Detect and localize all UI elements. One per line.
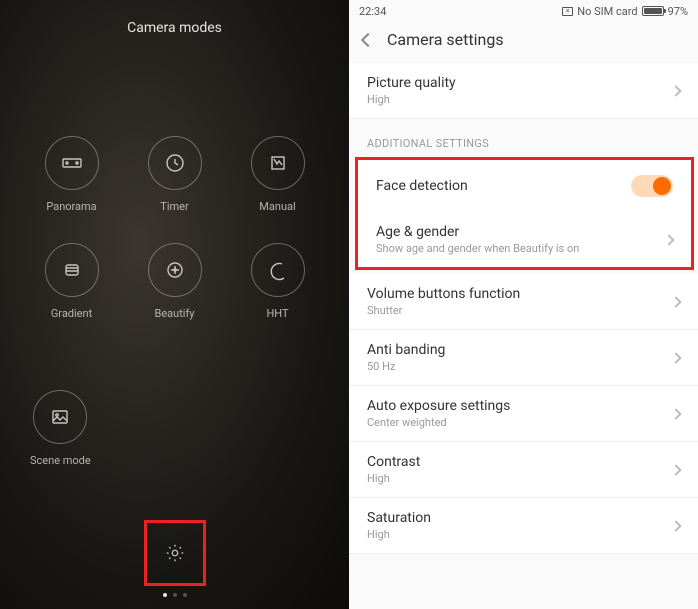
settings-list: Picture quality High ADDITIONAL SETTINGS… [349,63,698,609]
beautify-icon [163,258,187,282]
mode-gradient[interactable]: Gradient [30,243,113,320]
row-face-detection[interactable]: Face detection [358,160,691,212]
group-additional: ADDITIONAL SETTINGS [349,119,698,158]
mode-label: Manual [259,200,295,213]
page-dot [183,593,187,597]
camera-settings-panel: 22:34 × No SIM card 97% Camera settings … [349,0,698,609]
chevron-right-icon [670,520,681,531]
gradient-icon [60,258,84,282]
chevron-right-icon [670,408,681,419]
row-sub: High [367,472,420,485]
row-title: Saturation [367,510,431,526]
chevron-right-icon [670,464,681,475]
status-sim: No SIM card [577,5,637,18]
row-title: Contrast [367,454,420,470]
face-detection-toggle[interactable] [631,175,673,197]
row-sub: 50 Hz [367,360,445,373]
mode-label: HHT [266,307,288,320]
row-age-gender[interactable]: Age & gender Show age and gender when Be… [358,212,691,267]
mode-timer[interactable]: Timer [133,136,216,213]
mode-scene[interactable]: Scene mode [30,390,91,467]
mode-grid: Panorama Timer Manual Gradient Beautify … [0,46,349,320]
hht-icon [266,258,290,282]
page-title: Camera settings [387,30,504,49]
mode-hht[interactable]: HHT [236,243,319,320]
scene-icon [48,405,72,429]
status-battery: 97% [668,5,688,18]
mode-label: Timer [160,200,188,213]
timer-icon [163,151,187,175]
panorama-icon [60,151,84,175]
settings-header: Camera settings [349,20,698,63]
row-title: Auto exposure settings [367,398,510,414]
gear-icon [164,542,186,564]
chevron-right-icon [663,234,674,245]
mode-label: Panorama [46,200,96,213]
mode-label: Beautify [154,307,194,320]
mode-beautify[interactable]: Beautify [133,243,216,320]
row-sub: Show age and gender when Beautify is on [376,242,579,255]
mode-panorama[interactable]: Panorama [30,136,113,213]
back-icon[interactable] [361,32,375,46]
row-sub: High [367,528,431,541]
manual-icon [266,151,290,175]
page-dot [173,593,177,597]
row-sub: Center weighted [367,416,510,429]
mode-label: Scene mode [30,454,91,467]
status-bar: 22:34 × No SIM card 97% [349,0,698,20]
no-sim-icon: × [562,7,573,16]
row-title: Age & gender [376,224,579,240]
row-anti-banding[interactable]: Anti banding 50 Hz [349,330,698,386]
row-contrast[interactable]: Contrast High [349,442,698,498]
mode-manual[interactable]: Manual [236,136,319,213]
chevron-right-icon [670,85,681,96]
row-title: Picture quality [367,75,456,91]
status-time: 22:34 [359,5,386,18]
battery-icon [642,6,664,16]
row-title: Volume buttons function [367,286,520,302]
row-sub: High [367,93,456,106]
row-picture-quality[interactable]: Picture quality High [349,63,698,119]
camera-modes-panel: Camera modes Panorama Timer Manual Gradi… [0,0,349,609]
row-auto-exposure[interactable]: Auto exposure settings Center weighted [349,386,698,442]
camera-modes-title: Camera modes [0,0,349,46]
row-sub: Shutter [367,304,520,317]
row-title: Anti banding [367,342,445,358]
settings-button[interactable] [144,520,206,586]
mode-label: Gradient [51,307,92,320]
row-title: Face detection [376,178,468,194]
highlight-box: Face detection Age & gender Show age and… [355,157,694,270]
row-saturation[interactable]: Saturation High [349,498,698,554]
row-volume-buttons[interactable]: Volume buttons function Shutter [349,274,698,330]
chevron-right-icon [670,296,681,307]
chevron-right-icon [670,352,681,363]
page-dot [163,593,167,597]
page-indicator [163,593,187,597]
